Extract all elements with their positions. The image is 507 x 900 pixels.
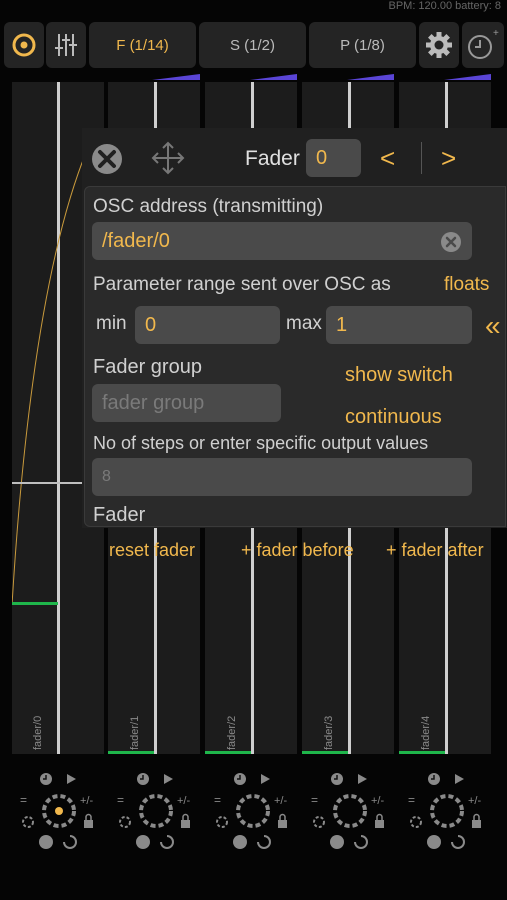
knob-icon: = +/- [214, 773, 287, 849]
svg-text:+/-: +/- [274, 795, 287, 807]
target-button[interactable] [4, 22, 44, 68]
steps-label: No of steps or enter specific output val… [93, 433, 429, 453]
fader-level-2 [205, 751, 251, 754]
svg-text:+/-: +/- [177, 795, 190, 807]
move-handle[interactable] [150, 140, 186, 176]
fader-control-knob-4[interactable]: = +/- [406, 770, 488, 852]
svg-text:=: = [408, 793, 415, 807]
max-field[interactable]: 1 [326, 306, 472, 344]
reset-fader-button[interactable]: reset fader [109, 540, 195, 561]
range-label: Parameter range sent over OSC as [93, 274, 391, 295]
steps-field[interactable]: 8 [92, 458, 472, 496]
svg-text:+/-: +/- [80, 795, 93, 807]
osc-address-label: OSC address (transmitting) [93, 196, 324, 217]
fader-group-field[interactable]: fader group [92, 384, 281, 422]
fader-label-0: fader/0 [32, 715, 44, 750]
min-field[interactable]: 0 [135, 306, 280, 344]
add-fader-after-button[interactable]: + fader after [386, 540, 484, 561]
fader-type-label: Fader [93, 504, 146, 526]
target-icon [12, 33, 36, 57]
next-fader-button[interactable]: > [441, 143, 456, 174]
knob-icon: = +/- [408, 773, 481, 849]
fader-control-knob-2[interactable]: = +/- [212, 770, 294, 852]
tab-faders[interactable]: F (1/14) [89, 22, 196, 68]
knob-icon: = +/- [20, 773, 93, 849]
tab-switches[interactable]: S (1/2) [199, 22, 306, 68]
close-button[interactable] [90, 142, 124, 176]
svg-text:+/-: +/- [371, 795, 384, 807]
fader-index-field[interactable]: 0 [306, 139, 361, 177]
max-label: max [286, 313, 322, 334]
collapse-button[interactable]: « [485, 310, 501, 342]
fader-label-2: fader/2 [226, 715, 238, 750]
show-switch-toggle[interactable]: show switch [345, 364, 453, 387]
fader-curve [12, 149, 88, 606]
clock-icon: + [468, 28, 499, 59]
fader-label-1: fader/1 [129, 715, 141, 750]
fader-control-knob-3[interactable]: = +/- [309, 770, 391, 852]
svg-text:=: = [311, 793, 318, 807]
fader-level-3 [302, 751, 348, 754]
add-fader-before-button[interactable]: + fader before [241, 540, 354, 561]
close-icon [92, 144, 122, 174]
svg-text:=: = [117, 793, 124, 807]
gear-icon [426, 32, 452, 58]
move-icon [151, 141, 185, 175]
nav-divider [421, 142, 422, 174]
svg-text:=: = [20, 793, 27, 807]
osc-address-value: /fader/0 [102, 230, 170, 252]
svg-text:=: = [214, 793, 221, 807]
status-text: BPM: 120.00 battery: 8 [388, 0, 501, 12]
min-label: min [96, 313, 127, 334]
clear-address-button[interactable] [440, 231, 462, 253]
knob-icon: = +/- [117, 773, 190, 849]
clock-button[interactable]: + [462, 22, 504, 68]
prev-fader-button[interactable]: < [380, 143, 395, 174]
fader-control-knob-0[interactable]: = +/- [18, 770, 100, 852]
clear-icon [441, 232, 461, 252]
tab-pads[interactable]: P (1/8) [309, 22, 416, 68]
sliders-icon [55, 34, 77, 56]
svg-text:+/-: +/- [468, 795, 481, 807]
fader-top-markers [152, 74, 491, 80]
fader-control-knob-1[interactable]: = +/- [115, 770, 197, 852]
top-toolbar: F (1/14) S (1/2) P (1/8) + [0, 20, 507, 70]
fader-level-4 [399, 751, 445, 754]
fader-label-3: fader/3 [323, 715, 335, 750]
mixer-button[interactable] [46, 22, 86, 68]
fader-group-label: Fader group [93, 356, 202, 378]
editor-title: Fader [245, 147, 300, 170]
continuous-toggle[interactable]: continuous [345, 406, 442, 429]
fader-level-0 [12, 602, 58, 605]
range-type-toggle[interactable]: floats [444, 274, 489, 296]
svg-text:+: + [493, 28, 499, 39]
settings-button[interactable] [419, 22, 459, 68]
fader-label-4: fader/4 [420, 715, 432, 750]
osc-address-field[interactable]: /fader/0 [92, 222, 472, 260]
knob-icon: = +/- [311, 773, 384, 849]
fader-level-1 [108, 751, 154, 754]
